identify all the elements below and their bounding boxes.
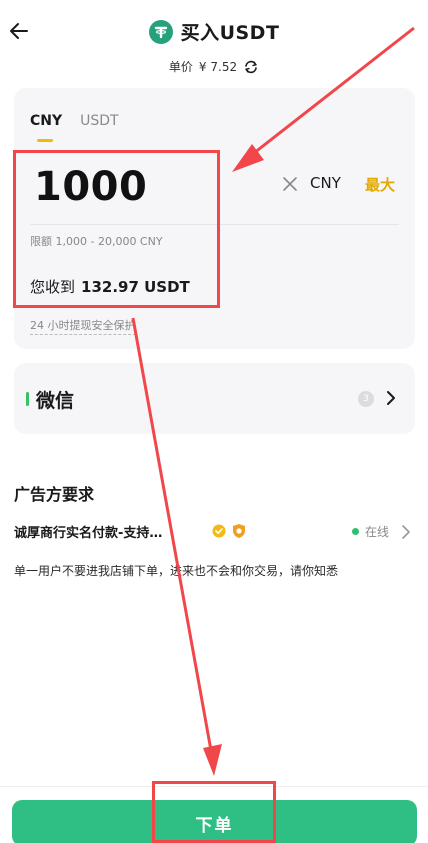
advertiser-section-title: 广告方要求 [14, 485, 95, 504]
payment-method-name: 微信 [36, 390, 75, 412]
page-header: 买入USDT [0, 18, 428, 45]
highlight-order-box [152, 781, 276, 843]
verified-shield-icon [233, 524, 245, 538]
tether-icon [148, 19, 173, 44]
payment-method-selector[interactable]: 微信 3 [14, 363, 415, 434]
highlight-amount-box [13, 150, 220, 308]
currency-tabs: CNY USDT [30, 113, 119, 142]
online-status: 在线 [352, 523, 389, 540]
page-title: 买入USDT [180, 22, 280, 44]
advertiser-note: 单一用户不要进我店铺下单，进来也不会和你交易，请你知悉 [14, 564, 339, 578]
price-value: ¥ 7.52 [198, 59, 238, 74]
max-button[interactable]: 最大 [365, 174, 395, 195]
wechat-indicator [26, 392, 29, 406]
unit-price-row: 单价 ¥ 7.52 [0, 58, 428, 75]
gold-medal-icon [212, 524, 226, 538]
price-label: 单价 [168, 60, 193, 74]
clear-icon[interactable] [282, 176, 298, 192]
safety-link[interactable]: 24 小时提现安全保护 [30, 317, 136, 335]
payment-count-badge: 3 [358, 391, 374, 407]
chevron-right-icon[interactable] [384, 389, 398, 407]
tab-cny[interactable]: CNY [30, 113, 62, 142]
online-label: 在线 [365, 525, 390, 539]
refresh-icon[interactable] [243, 59, 259, 75]
currency-label: CNY [310, 174, 341, 192]
arrow-head-order [203, 744, 222, 776]
tab-usdt[interactable]: USDT [80, 113, 118, 129]
online-dot-icon [352, 528, 359, 535]
chevron-right-small-icon[interactable] [401, 524, 411, 540]
merchant-name[interactable]: 诚厚商行实名付款-支持… [14, 522, 194, 541]
buy-usdt-screen: 买入USDT 单价 ¥ 7.52 CNY USDT 1000 CNY 最大 限额… [0, 0, 428, 843]
